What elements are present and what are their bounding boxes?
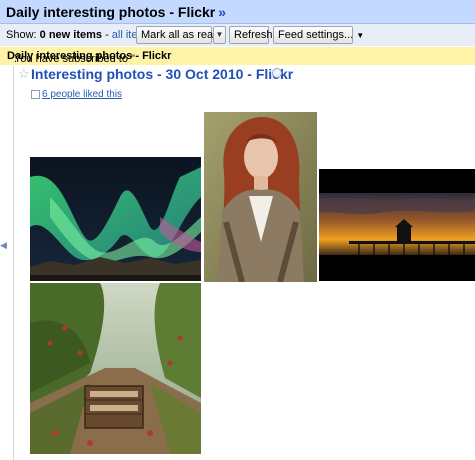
star-icon[interactable]: ☆ [18, 67, 30, 81]
portrait-image [204, 112, 317, 282]
pier-sunset-image [319, 169, 475, 281]
mark-all-read-button[interactable]: Mark all as read [136, 26, 219, 44]
show-filter: Show: 0 new items - all items [6, 29, 152, 41]
show-label: Show: [6, 29, 37, 41]
feed-settings-button[interactable]: Feed settings... ▼ [273, 26, 364, 44]
aurora-photo[interactable] [30, 157, 201, 281]
item-title-link[interactable]: Interesting photos - 30 Oct 2010 - Flick… [31, 66, 293, 82]
viewer-toolbar: Show: 0 new items - all items Mark all a… [0, 24, 475, 46]
pier-sunset-photo[interactable] [319, 169, 475, 281]
feed-title[interactable]: Daily interesting photos - Flickr» [6, 4, 226, 20]
refresh-button[interactable]: Refresh [229, 26, 273, 44]
collapse-arrow-icon[interactable]: ◀ [0, 238, 7, 252]
like-checkbox-icon[interactable] [31, 90, 40, 99]
orchard-photo[interactable] [30, 283, 201, 454]
raquo-icon[interactable]: » [218, 4, 226, 20]
likes-link[interactable]: 6 people liked this [42, 89, 122, 100]
feed-title-text[interactable]: Daily interesting photos - Flickr [6, 4, 215, 20]
banner-prefix: You have subscribed to " [14, 53, 135, 65]
portrait-photo[interactable] [204, 112, 317, 282]
mark-all-read-dropdown-icon[interactable]: ▼ [213, 26, 226, 44]
subscription-banner: You have subscribed to " Daily interestin… [0, 47, 475, 65]
new-items-filter[interactable]: 0 new items [40, 29, 102, 41]
filter-separator: - [105, 29, 109, 41]
feed-header: Daily interesting photos - Flickr» [0, 0, 475, 24]
aurora-image [30, 157, 201, 281]
dropdown-arrow-icon[interactable]: ▼ [356, 31, 364, 40]
left-divider [13, 66, 14, 460]
banner-suffix: ." [14, 53, 21, 65]
orchard-image [30, 283, 201, 454]
subscription-message: You have subscribed to " Daily interestin… [7, 50, 171, 65]
feed-settings-label[interactable]: Feed settings... [278, 29, 353, 41]
external-link-icon[interactable] [272, 68, 282, 78]
